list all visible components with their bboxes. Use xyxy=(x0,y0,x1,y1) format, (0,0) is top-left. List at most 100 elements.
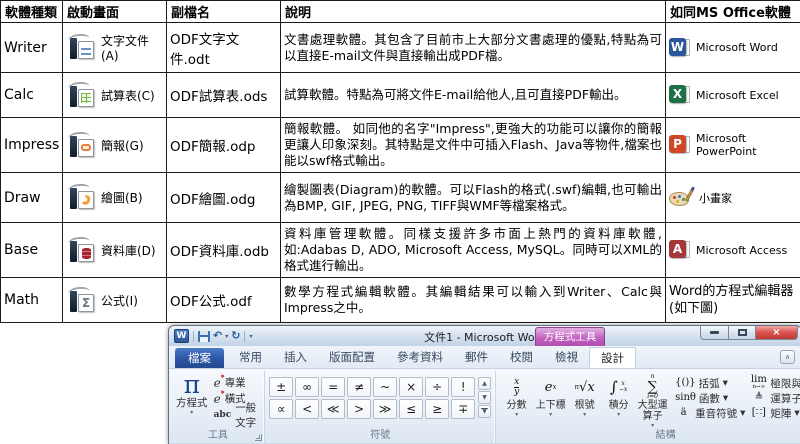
symbol-button[interactable]: > xyxy=(347,399,371,419)
table-row: Calc 試算表(C) ODF試算表.ods 試算軟體。特點為可將文件E-mai… xyxy=(1,73,800,118)
software-comparison-table: 軟體種類 啟動畫面 副檔名 說明 如同MS Office軟體 Writer 文字… xyxy=(0,0,800,323)
symbol-button[interactable]: ÷ xyxy=(425,377,449,397)
radical-button[interactable]: n√x根號▾ xyxy=(568,374,601,429)
maximize-button[interactable] xyxy=(729,326,756,340)
symbol-button[interactable]: < xyxy=(295,399,319,419)
symbol-button[interactable]: ~ xyxy=(373,377,397,397)
symbol-button[interactable]: ± xyxy=(269,377,293,397)
table-row: Math 公式(I) ODF公式.odf 數學方程式編輯軟體。其編輯結果可以輸入… xyxy=(1,278,800,323)
chevron-down-icon: ▾ xyxy=(176,409,208,416)
software-description: 文書處理軟體。其包含了目前市上大部分文書處理的優點,特點為可以直接E-mail文… xyxy=(281,23,666,73)
pi-icon: π xyxy=(176,373,208,397)
word-icon: W xyxy=(669,38,690,58)
operator-button[interactable]: ≜運算子▾ xyxy=(750,391,800,405)
tab-design[interactable]: 設計 xyxy=(589,347,636,368)
qat-customize-icon[interactable]: ▾ xyxy=(249,333,252,340)
launch-menu-label: 公式(I) xyxy=(101,292,138,309)
tab-layout[interactable]: 版面配置 xyxy=(318,347,386,368)
radical-label: 根號 xyxy=(568,400,601,411)
normal-text-label: 一般文字 xyxy=(235,400,258,430)
limit-log-button[interactable]: limn→∞極限與對數▾ xyxy=(750,376,800,390)
symbol-button[interactable]: ≪ xyxy=(321,399,345,419)
ms-equivalent-label: 小畫家 xyxy=(699,190,732,206)
symbol-button[interactable]: ≥ xyxy=(425,399,449,419)
header-description: 說明 xyxy=(281,1,666,23)
symbols-scrollbar: ▲ ▼ ▼ xyxy=(478,377,491,418)
accent-icon: ä xyxy=(675,408,692,418)
accent-button[interactable]: ä重音符號▾ xyxy=(675,406,745,420)
tab-view[interactable]: 檢視 xyxy=(544,347,589,368)
symbol-button[interactable]: ≠ xyxy=(347,377,371,397)
symbol-button[interactable]: ≫ xyxy=(373,399,397,419)
symbols-more-button[interactable]: ▼ xyxy=(478,405,491,418)
bracket-button[interactable]: {()}括弧▾ xyxy=(675,376,745,390)
symbol-button[interactable]: ∝ xyxy=(269,399,293,419)
symbol-button[interactable]: ∓ xyxy=(451,399,475,419)
chevron-down-icon: ▾ xyxy=(602,411,635,418)
symbol-button[interactable]: ∞ xyxy=(295,377,319,397)
ribbon: π 方程式 ▾ e專業e橫式abc一般文字 工具 ±∞=≠~×÷!∝<≪>≫≤≥… xyxy=(169,369,800,443)
large-operator-label: 大型運算子 xyxy=(636,400,669,422)
function-button[interactable]: sinθ函數▾ xyxy=(675,391,745,405)
word-app-icon[interactable]: W xyxy=(174,329,189,343)
undo-icon[interactable]: ↶ xyxy=(213,329,222,343)
linear-icon: e xyxy=(214,392,221,406)
collapse-ribbon-button[interactable]: ∧ xyxy=(780,350,795,364)
window-controls: × xyxy=(700,326,798,340)
writer-launch-icon xyxy=(66,34,96,61)
tab-review[interactable]: 校閱 xyxy=(499,347,544,368)
fraction-button[interactable]: xy分數▾ xyxy=(500,374,533,429)
group-label-structures: 結構 xyxy=(500,430,800,443)
script-button[interactable]: ex上下標▾ xyxy=(534,374,567,429)
impress-launch-icon xyxy=(66,132,96,159)
save-icon[interactable] xyxy=(198,331,210,342)
table-row: Base 資料庫(D) ODF資料庫.odb 資料庫管理軟體。同樣支援許多市面上… xyxy=(1,223,800,278)
launch-menu-label: 文字文件(A) xyxy=(101,32,163,63)
software-description: 試算軟體。特點為可將文件E-mail給他人,且可直接PDF輸出。 xyxy=(281,73,666,118)
professional-icon: e xyxy=(214,376,221,390)
fraction-icon: xy xyxy=(500,374,533,400)
accent-label: 重音符號 xyxy=(695,406,737,421)
maximize-icon xyxy=(738,329,747,336)
contextual-tab-equation-tools[interactable]: 方程式工具 xyxy=(535,327,605,346)
table-row: Writer 文字文件(A) ODF文字文件.odt 文書處理軟體。其包含了目前… xyxy=(1,23,800,73)
undo-dropdown-icon[interactable]: ▾ xyxy=(225,333,228,340)
symbol-button[interactable]: = xyxy=(321,377,345,397)
matrix-button[interactable]: [∷]矩陣▾ xyxy=(750,406,800,420)
redo-icon[interactable]: ↻ xyxy=(231,329,240,343)
ms-equivalent-label: Microsoft PowerPoint xyxy=(696,132,797,158)
tab-references[interactable]: 參考資料 xyxy=(386,347,454,368)
professional-button[interactable]: e專業 xyxy=(212,375,261,390)
normal-text-button[interactable]: abc一般文字 xyxy=(212,407,261,422)
close-button[interactable]: × xyxy=(756,326,798,340)
header-launch-screen: 啟動畫面 xyxy=(63,1,167,23)
dialog-launcher-icon[interactable] xyxy=(255,434,262,441)
page: 軟體種類 啟動畫面 副檔名 說明 如同MS Office軟體 Writer 文字… xyxy=(0,0,800,444)
integral-label: 積分 xyxy=(602,400,635,411)
tab-file[interactable]: 檔案 xyxy=(175,348,224,368)
radical-icon: n√x xyxy=(568,374,601,400)
header-software-type: 軟體種類 xyxy=(1,1,63,23)
matrix-label: 矩陣 xyxy=(770,406,791,421)
symbol-button[interactable]: ≤ xyxy=(399,399,423,419)
scroll-up-button[interactable]: ▲ xyxy=(478,377,491,390)
software-name: Math xyxy=(1,278,63,323)
large-operator-icon: n∑i=0 xyxy=(636,374,669,400)
integral-button[interactable]: ∫x−x積分▾ xyxy=(602,374,635,429)
integral-icon: ∫x−x xyxy=(602,374,635,400)
scroll-down-button[interactable]: ▼ xyxy=(478,391,491,404)
symbol-button[interactable]: ! xyxy=(451,377,475,397)
symbol-button[interactable]: × xyxy=(399,377,423,397)
file-extension: ODF資料庫.odb xyxy=(167,223,281,278)
tab-home[interactable]: 常用 xyxy=(228,347,273,368)
large-operator-button[interactable]: n∑i=0大型運算子▾ xyxy=(636,374,669,429)
minimize-button[interactable] xyxy=(700,326,729,340)
equation-button[interactable]: π 方程式 ▾ xyxy=(176,372,208,416)
tab-insert[interactable]: 插入 xyxy=(273,347,318,368)
launch-menu-label: 試算表(C) xyxy=(101,87,155,104)
tab-mailings[interactable]: 郵件 xyxy=(454,347,499,368)
ms-equivalent-label: Microsoft Excel xyxy=(696,89,779,102)
function-label: 函數 xyxy=(699,391,720,406)
operator-label: 運算子 xyxy=(770,391,800,406)
table-row: Impress 簡報(G) ODF簡報.odp 簡報軟體。 如同他的名字"Imp… xyxy=(1,118,800,173)
